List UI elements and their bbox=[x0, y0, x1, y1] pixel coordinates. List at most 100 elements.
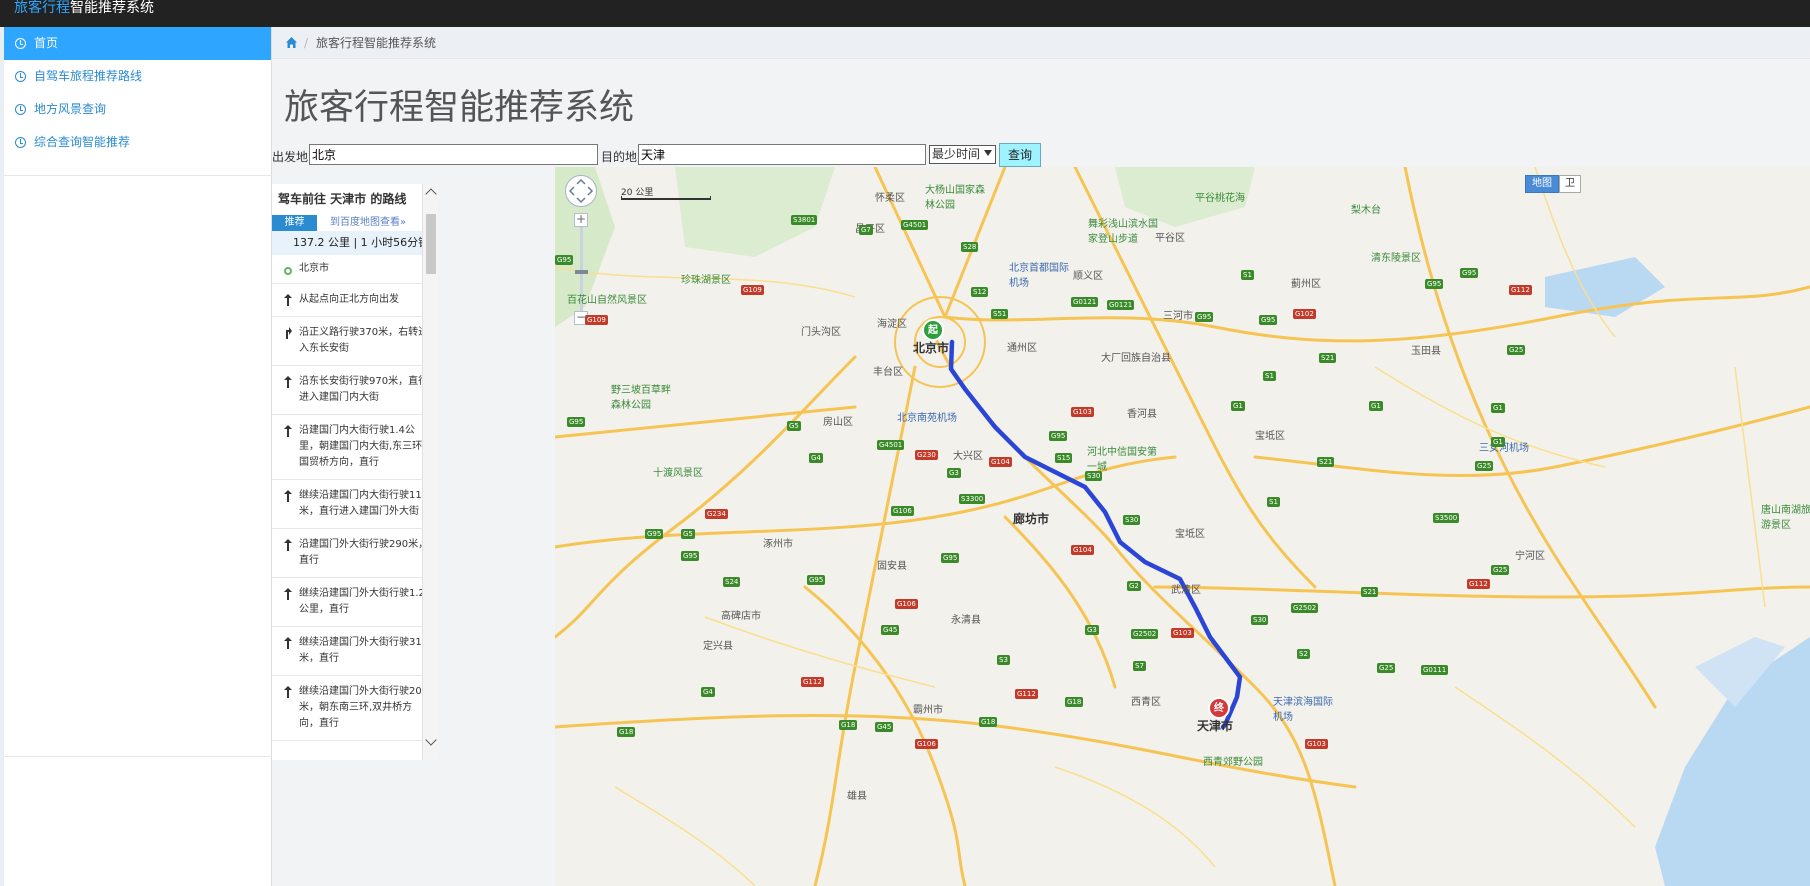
arrow-up-icon bbox=[284, 425, 292, 437]
highway-badge: G1 bbox=[1491, 437, 1505, 447]
route-step[interactable]: 继续沿建国门内大街行驶110米，直行进入建国门外大街 bbox=[272, 480, 437, 529]
highway-badge: S1 bbox=[1263, 371, 1276, 381]
map-label: 怀柔区 bbox=[875, 193, 905, 204]
map-label: 舞彩浅山滨水国家登山步道 bbox=[1088, 219, 1158, 245]
clock-icon bbox=[15, 104, 26, 115]
breadcrumb-separator: / bbox=[304, 36, 309, 50]
highway-badge: G95 bbox=[567, 417, 586, 427]
home-icon[interactable] bbox=[285, 36, 298, 49]
highway-badge: G95 bbox=[807, 575, 826, 585]
map-label: 平谷桃花海 bbox=[1195, 193, 1245, 204]
map-pan-control[interactable] bbox=[565, 175, 597, 207]
destination-input[interactable] bbox=[638, 144, 926, 165]
highway-badge: G104 bbox=[989, 457, 1012, 467]
map-label: 三河市 bbox=[1163, 311, 1193, 322]
route-step[interactable]: 从起点向正北方向出发 bbox=[272, 284, 437, 317]
route-step[interactable]: 沿正义路行驶370米，右转进入东长安街 bbox=[272, 317, 437, 366]
route-step[interactable]: 继续沿建国门外大街行驶1.2公里，直行 bbox=[272, 578, 437, 627]
sidebar-item-driving-route[interactable]: 自驾车旅程推荐路线 bbox=[4, 60, 271, 93]
highway-badge: G0121 bbox=[1107, 300, 1135, 310]
route-step[interactable]: 沿建国门外大街行驶290米，直行 bbox=[272, 529, 437, 578]
highway-badge: G3 bbox=[947, 468, 961, 478]
turn-right-icon bbox=[286, 327, 292, 339]
route-step[interactable]: 沿东长安街行驶970米，直行进入建国门内大街 bbox=[272, 366, 437, 415]
map-label: 霸州市 bbox=[913, 705, 943, 716]
highway-badge: G95 bbox=[681, 551, 700, 561]
arrow-up-icon bbox=[284, 637, 292, 649]
query-button[interactable]: 查询 bbox=[999, 143, 1041, 167]
map-type-map[interactable]: 地图 bbox=[1525, 175, 1559, 193]
sidebar-item-scenery[interactable]: 地方风景查询 bbox=[4, 93, 271, 126]
highway-badge: G230 bbox=[915, 450, 938, 460]
arrow-up-icon bbox=[284, 376, 292, 388]
scroll-up-icon[interactable] bbox=[425, 188, 437, 200]
highway-badge: G18 bbox=[839, 720, 858, 730]
start-point-icon bbox=[284, 267, 292, 275]
highway-badge: G234 bbox=[705, 509, 728, 519]
brand-title[interactable]: 旅客行程智能推荐系统 bbox=[14, 0, 154, 16]
route-step-text: 继续沿建国门外大街行驶310米，直行 bbox=[299, 637, 429, 664]
highway-badge: G18 bbox=[1065, 697, 1084, 707]
highway-badge: G25 bbox=[1377, 663, 1396, 673]
highway-badge: S3300 bbox=[959, 494, 986, 504]
route-step[interactable]: 继续沿建国门外大街行驶310米，直行 bbox=[272, 627, 437, 676]
map-label: 梨木台 bbox=[1351, 205, 1381, 216]
highway-badge: S51 bbox=[991, 309, 1009, 319]
highway-badge: G5 bbox=[681, 529, 695, 539]
highway-badge: G95 bbox=[1460, 268, 1479, 278]
highway-badge: G0121 bbox=[1071, 297, 1099, 307]
sidebar-divider bbox=[4, 756, 272, 757]
highway-badge: G0111 bbox=[1421, 665, 1449, 675]
end-marker-icon[interactable]: 终 bbox=[1208, 697, 1230, 719]
highway-badge: G25 bbox=[1491, 565, 1510, 575]
route-mode-select[interactable]: 最少时间 bbox=[929, 145, 996, 164]
highway-badge: G25 bbox=[1507, 345, 1526, 355]
route-mode-value: 最少时间 bbox=[932, 147, 981, 161]
view-in-baidu-link[interactable]: 到百度地图查看» bbox=[330, 215, 406, 231]
highway-badge: G4501 bbox=[877, 440, 905, 450]
highway-badge: G95 bbox=[941, 553, 960, 563]
scroll-thumb[interactable] bbox=[426, 214, 436, 274]
map[interactable]: + − 20 公里 地图卫 北京市 廊坊市 天津市 昌平区 平谷桃花海 舞彩浅山… bbox=[555, 167, 1810, 886]
highway-badge: G109 bbox=[741, 285, 764, 295]
highway-badge: G18 bbox=[979, 717, 998, 727]
sidebar-divider bbox=[4, 175, 272, 176]
highway-badge: S3500 bbox=[1433, 513, 1460, 523]
route-step[interactable]: 继续沿建国门外大街行驶20米，朝东南三环,双井桥方向，直行 bbox=[272, 676, 437, 741]
page-title: 旅客行程智能推荐系统 bbox=[284, 88, 635, 128]
map-label: 大兴区 bbox=[953, 451, 983, 462]
zoom-slider-handle[interactable] bbox=[575, 270, 588, 274]
highway-badge: G2502 bbox=[1131, 629, 1159, 639]
map-city-label: 廊坊市 bbox=[1013, 512, 1050, 526]
zoom-in-button[interactable]: + bbox=[574, 213, 588, 227]
highway-badge: G112 bbox=[1509, 285, 1532, 295]
destination-label: 目的地: bbox=[601, 150, 642, 164]
route-start[interactable]: 北京市 bbox=[272, 255, 437, 284]
map-label: 大杨山国家森林公园 bbox=[925, 185, 985, 211]
highway-badge: G45 bbox=[875, 722, 894, 732]
map-type-switch[interactable]: 地图卫 bbox=[1525, 175, 1581, 193]
sidebar-item-smart-recommend[interactable]: 综合查询智能推荐 bbox=[4, 126, 271, 159]
sidebar-item-home[interactable]: 首页 bbox=[4, 27, 271, 60]
map-label: 永清县 bbox=[951, 615, 981, 626]
route-step-text: 继续沿建国门内大街行驶110米，直行进入建国门外大街 bbox=[299, 490, 429, 517]
route-panel-scrollbar[interactable] bbox=[422, 184, 438, 760]
highway-badge: G104 bbox=[1071, 545, 1094, 555]
highway-badge: G112 bbox=[1015, 689, 1038, 699]
tab-recommend[interactable]: 推荐 bbox=[272, 215, 317, 231]
scroll-down-icon[interactable] bbox=[425, 734, 437, 746]
map-label: 顺义区 bbox=[1073, 271, 1103, 282]
map-label: 野三坡百草畔森林公园 bbox=[611, 385, 671, 411]
highway-badge: G103 bbox=[1305, 739, 1328, 749]
start-marker-icon[interactable]: 起 bbox=[922, 319, 944, 341]
highway-badge: S15 bbox=[1055, 453, 1073, 463]
route-step[interactable]: 沿建国门内大街行驶1.4公里，朝建国门内大街,东三环,国贸桥方向，直行 bbox=[272, 415, 437, 480]
highway-badge: G102 bbox=[1293, 309, 1316, 319]
origin-input[interactable] bbox=[309, 144, 598, 165]
arrow-up-icon bbox=[284, 490, 292, 502]
map-type-satellite[interactable]: 卫 bbox=[1559, 175, 1581, 193]
brand-part-b: 智能推荐系统 bbox=[70, 0, 154, 16]
highway-badge: G1 bbox=[1231, 401, 1245, 411]
highway-badge: G25 bbox=[1475, 461, 1494, 471]
map-label: 高碑店市 bbox=[721, 611, 761, 622]
